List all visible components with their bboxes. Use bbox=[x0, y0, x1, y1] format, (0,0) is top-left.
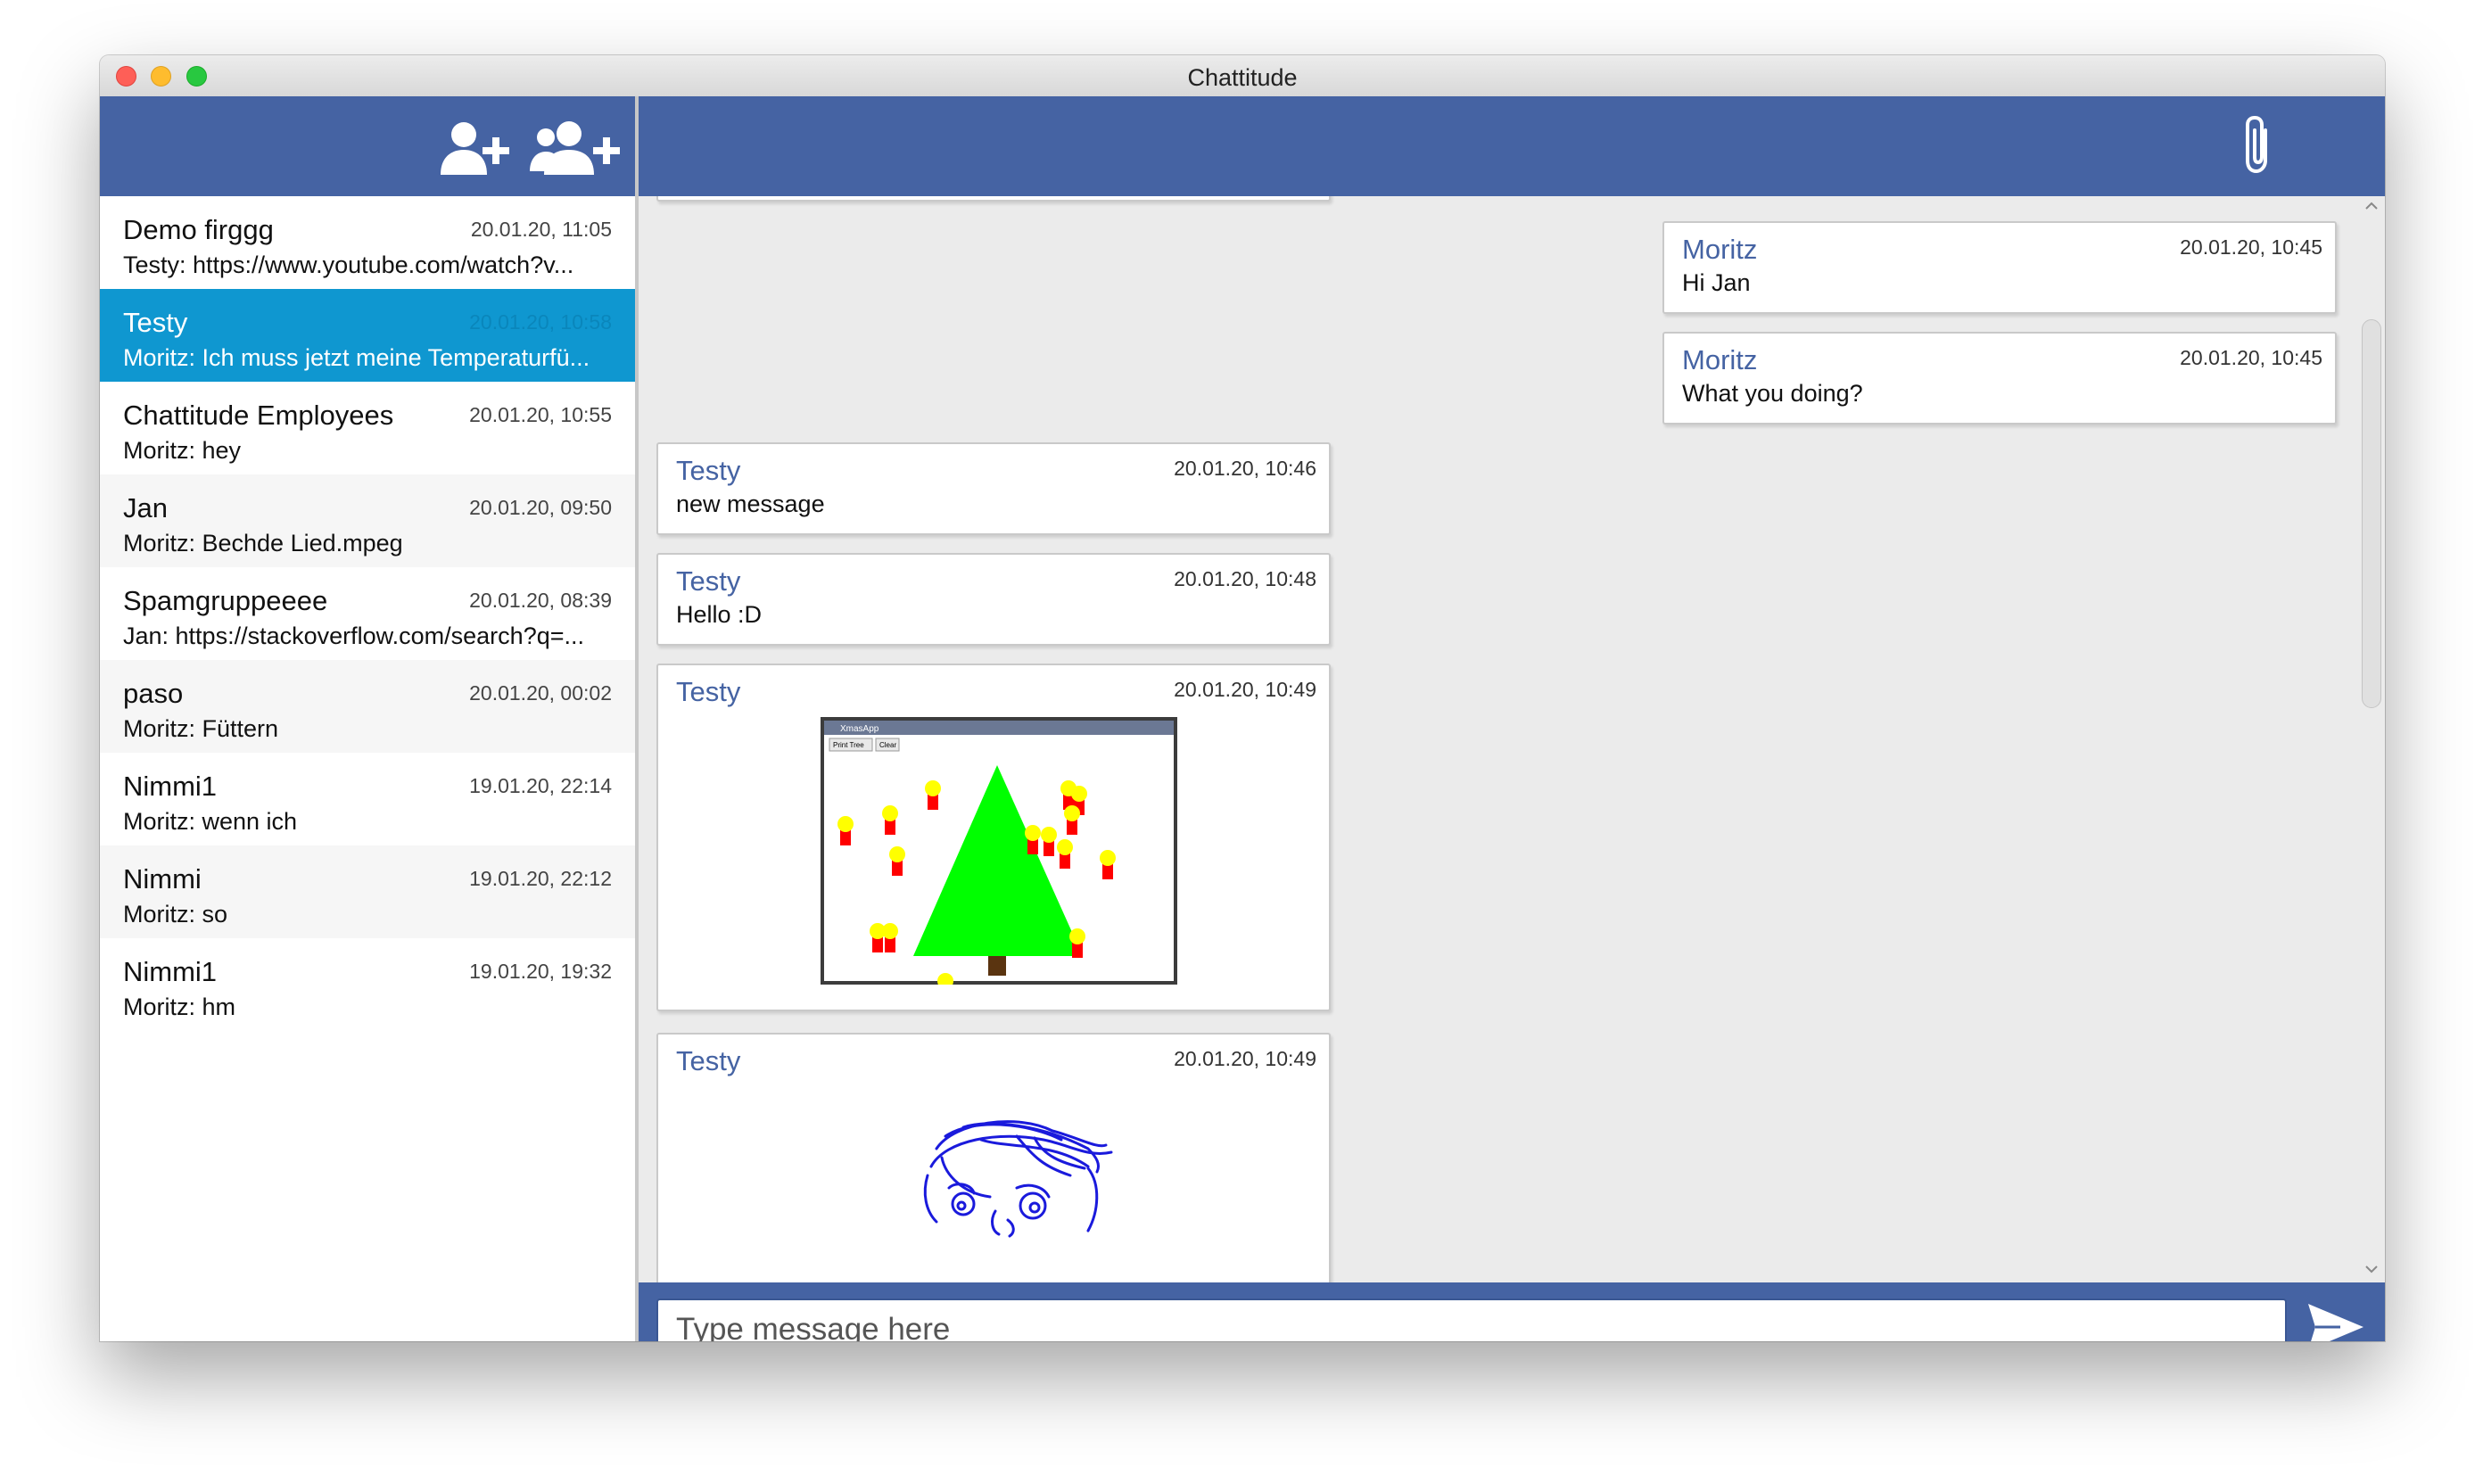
message-text: new message bbox=[676, 491, 825, 517]
image-clear-label: Clear bbox=[879, 741, 896, 749]
message-bubble-partial bbox=[656, 196, 1331, 202]
message-time: 20.01.20, 10:49 bbox=[1174, 1047, 1316, 1070]
chat-time: 20.01.20, 08:39 bbox=[469, 589, 612, 612]
chat-preview: Moritz: hey bbox=[123, 437, 242, 464]
message-time: 20.01.20, 10:45 bbox=[2180, 235, 2322, 259]
scroll-down-icon[interactable] bbox=[2362, 1259, 2381, 1279]
title-bar: Chattitude bbox=[100, 55, 2385, 97]
message-time: 20.01.20, 10:45 bbox=[2180, 346, 2322, 369]
chat-time: 19.01.20, 22:14 bbox=[469, 774, 612, 797]
image-window-title: XmasApp bbox=[840, 724, 879, 734]
scrollbar-thumb[interactable] bbox=[2362, 319, 2381, 708]
add-group-button[interactable] bbox=[528, 120, 624, 181]
chat-time: 20.01.20, 10:55 bbox=[469, 403, 612, 426]
chat-time: 19.01.20, 19:32 bbox=[469, 960, 612, 983]
add-contact-icon bbox=[441, 122, 509, 175]
add-contact-button[interactable] bbox=[439, 120, 514, 181]
scroll-up-icon[interactable] bbox=[2362, 196, 2381, 216]
paperclip-icon bbox=[2246, 115, 2267, 174]
message-text: What you doing? bbox=[1682, 380, 1863, 407]
send-icon bbox=[2308, 1304, 2363, 1341]
chat-preview: Jan: https://stackoverflow.com/search?q=… bbox=[123, 622, 584, 649]
window-title: Chattitude bbox=[1187, 64, 1298, 91]
message-input[interactable] bbox=[656, 1298, 2287, 1341]
chat-list-item[interactable]: Demo firggg 20.01.20, 11:05 Testy: https… bbox=[100, 196, 635, 289]
image-message-bubble: Testy 20.01.20, 10:49 XmasApp Print Tree… bbox=[656, 664, 1331, 1011]
message-bubble: Moritz 20.01.20, 10:45 Hi Jan bbox=[1662, 221, 2337, 314]
chat-list: Demo firggg 20.01.20, 11:05 Testy: https… bbox=[100, 196, 635, 1341]
chat-preview: Moritz: Ich muss jetzt meine Temperaturf… bbox=[123, 344, 590, 371]
chat-list-item[interactable]: Jan 20.01.20, 09:50 Moritz: Bechde Lied.… bbox=[100, 474, 635, 567]
chat-header bbox=[639, 96, 2385, 196]
chat-preview: Moritz: wenn ich bbox=[123, 808, 298, 835]
message-time: 20.01.20, 10:49 bbox=[1174, 678, 1316, 701]
chat-preview: Moritz: hm bbox=[123, 993, 236, 1020]
chat-list-item[interactable]: Nimmi 19.01.20, 22:12 Moritz: so bbox=[100, 845, 635, 938]
message-bubble: Testy 20.01.20, 10:46 new message bbox=[656, 442, 1331, 535]
chat-list-item-selected[interactable]: Testy 20.01.20, 10:58 Moritz: Ich muss j… bbox=[100, 289, 635, 382]
add-group-icon bbox=[530, 121, 620, 175]
chat-preview: Moritz: Bechde Lied.mpeg bbox=[123, 530, 403, 556]
chat-time: 20.01.20, 09:50 bbox=[469, 496, 612, 519]
christmas-tree-image[interactable]: XmasApp Print Tree Clear bbox=[821, 717, 1177, 985]
chat-preview: Moritz: so bbox=[123, 901, 228, 928]
message-bubble: Moritz 20.01.20, 10:45 What you doing? bbox=[1662, 332, 2337, 425]
sidebar-header bbox=[100, 96, 635, 196]
message-time: 20.01.20, 10:48 bbox=[1174, 567, 1316, 590]
image-print-tree-label: Print Tree bbox=[833, 741, 864, 749]
app-window: Chattitude Demo firggg 20.01.20, 11:05 T… bbox=[100, 55, 2385, 1341]
chat-preview: Testy: https://www.youtube.com/watch?v..… bbox=[123, 251, 574, 278]
message-area: Moritz 20.01.20, 10:45 Hi Jan Moritz 20.… bbox=[639, 196, 2385, 1282]
send-button[interactable] bbox=[2305, 1300, 2367, 1341]
attach-button[interactable] bbox=[2240, 114, 2276, 181]
message-text: Hello :D bbox=[676, 601, 763, 628]
chat-list-item[interactable]: Chattitude Employees 20.01.20, 10:55 Mor… bbox=[100, 382, 635, 474]
chat-time: 20.01.20, 00:02 bbox=[469, 681, 612, 705]
chat-time: 19.01.20, 22:12 bbox=[469, 867, 612, 890]
message-bubble: Testy 20.01.20, 10:48 Hello :D bbox=[656, 553, 1331, 646]
message-scrollbar[interactable] bbox=[2358, 196, 2385, 1282]
chat-list-item[interactable]: paso 20.01.20, 00:02 Moritz: Füttern bbox=[100, 660, 635, 753]
image-message-bubble: Testy 20.01.20, 10:49 bbox=[656, 1033, 1331, 1282]
chat-list-item[interactable]: Nimmi1 19.01.20, 22:14 Moritz: wenn ich bbox=[100, 753, 635, 845]
chat-preview: Moritz: Füttern bbox=[123, 715, 279, 742]
chat-list-item[interactable]: Spamgruppeeee 20.01.20, 08:39 Jan: https… bbox=[100, 567, 635, 660]
message-time: 20.01.20, 10:46 bbox=[1174, 457, 1316, 480]
chat-list-item[interactable]: Nimmi1 19.01.20, 19:32 Moritz: hm bbox=[100, 938, 635, 1031]
chat-time: 20.01.20, 10:58 bbox=[469, 310, 612, 334]
chat-time: 20.01.20, 11:05 bbox=[470, 218, 612, 241]
face-sketch-image[interactable] bbox=[910, 1113, 1124, 1238]
message-text: Hi Jan bbox=[1682, 269, 1751, 296]
composer-bar bbox=[639, 1282, 2385, 1341]
